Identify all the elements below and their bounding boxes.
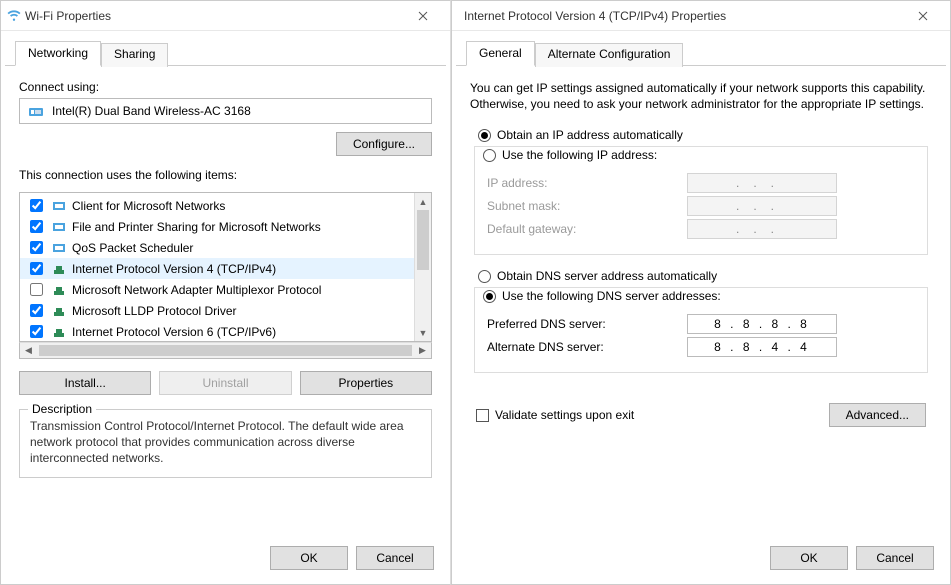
ip-address-label: IP address: [487, 176, 687, 190]
list-item[interactable]: Internet Protocol Version 6 (TCP/IPv6) [20, 321, 414, 341]
tabbar-left: Networking Sharing [5, 31, 446, 66]
radio-ip-auto[interactable]: Obtain an IP address automatically [478, 128, 932, 142]
item-label: Internet Protocol Version 6 (TCP/IPv6) [72, 325, 276, 339]
item-checkbox[interactable] [30, 241, 43, 254]
item-checkbox[interactable] [30, 262, 43, 275]
list-item[interactable]: Internet Protocol Version 4 (TCP/IPv4) [20, 258, 414, 279]
protocol-icon [52, 304, 66, 318]
protocol-icon [52, 199, 66, 213]
titlebar-left: Wi-Fi Properties [1, 1, 450, 31]
item-checkbox[interactable] [30, 304, 43, 317]
hscroll-thumb[interactable] [39, 345, 412, 356]
protocol-icon [52, 325, 66, 339]
radio-dns-auto[interactable]: Obtain DNS server address automatically [478, 269, 932, 283]
adapter-name: Intel(R) Dual Band Wireless-AC 3168 [52, 104, 251, 118]
radio-label: Obtain DNS server address automatically [497, 269, 717, 283]
preferred-dns-label: Preferred DNS server: [487, 317, 687, 331]
tab-networking[interactable]: Networking [15, 41, 101, 66]
default-gateway-label: Default gateway: [487, 222, 687, 236]
advanced-button[interactable]: Advanced... [829, 403, 926, 427]
items-label: This connection uses the following items… [19, 168, 432, 182]
list-item[interactable]: Client for Microsoft Networks [20, 195, 414, 216]
preferred-dns-input[interactable]: 8 . 8 . 8 . 8 [687, 314, 837, 334]
item-label: Microsoft Network Adapter Multiplexor Pr… [72, 283, 321, 297]
titlebar-right: Internet Protocol Version 4 (TCP/IPv4) P… [452, 1, 950, 31]
close-button[interactable] [902, 2, 944, 30]
item-checkbox[interactable] [30, 283, 43, 296]
radio-icon [478, 129, 491, 142]
tab-alternate-configuration[interactable]: Alternate Configuration [535, 43, 684, 67]
items-listbox: Client for Microsoft Networks File and Pr… [19, 192, 432, 342]
subnet-mask-input: ... [687, 196, 837, 216]
item-checkbox[interactable] [30, 199, 43, 212]
uninstall-button: Uninstall [159, 371, 291, 395]
window-title: Internet Protocol Version 4 (TCP/IPv4) P… [458, 9, 902, 23]
radio-ip-manual[interactable]: Use the following IP address: [483, 148, 663, 162]
install-button[interactable]: Install... [19, 371, 151, 395]
intro-text: You can get IP settings assigned automat… [470, 80, 932, 112]
alternate-dns-input[interactable]: 8 . 8 . 4 . 4 [687, 337, 837, 357]
wifi-properties-window: Wi-Fi Properties Networking Sharing Conn… [0, 0, 451, 585]
ok-button[interactable]: OK [770, 546, 848, 570]
radio-icon [483, 290, 496, 303]
list-item[interactable]: File and Printer Sharing for Microsoft N… [20, 216, 414, 237]
vertical-scrollbar[interactable]: ▲ ▼ [414, 193, 431, 341]
radio-icon [483, 149, 496, 162]
list-item[interactable]: Microsoft Network Adapter Multiplexor Pr… [20, 279, 414, 300]
tab-general[interactable]: General [466, 41, 535, 66]
list-item[interactable]: Microsoft LLDP Protocol Driver [20, 300, 414, 321]
close-button[interactable] [402, 2, 444, 30]
cancel-button[interactable]: Cancel [356, 546, 434, 570]
tabbar-right: General Alternate Configuration [456, 31, 946, 66]
protocol-icon [52, 283, 66, 297]
validate-checkbox-row[interactable]: Validate settings upon exit [476, 408, 634, 422]
scroll-up-arrow[interactable]: ▲ [415, 193, 431, 210]
tab-sharing[interactable]: Sharing [101, 43, 168, 67]
default-gateway-input: ... [687, 219, 837, 239]
radio-icon [478, 270, 491, 283]
ip-manual-group: Use the following IP address: IP address… [474, 146, 928, 255]
item-checkbox[interactable] [30, 220, 43, 233]
description-text: Transmission Control Protocol/Internet P… [30, 418, 421, 467]
dns-manual-group: Use the following DNS server addresses: … [474, 287, 928, 373]
ipv4-properties-window: Internet Protocol Version 4 (TCP/IPv4) P… [451, 0, 951, 585]
scroll-left-arrow[interactable]: ◀ [20, 345, 37, 356]
adapter-box: Intel(R) Dual Band Wireless-AC 3168 [19, 98, 432, 124]
protocol-icon [52, 241, 66, 255]
item-label: Internet Protocol Version 4 (TCP/IPv4) [72, 262, 276, 276]
cancel-button[interactable]: Cancel [856, 546, 934, 570]
item-label: Client for Microsoft Networks [72, 199, 225, 213]
radio-label: Use the following IP address: [502, 148, 657, 162]
item-label: Microsoft LLDP Protocol Driver [72, 304, 237, 318]
subnet-mask-label: Subnet mask: [487, 199, 687, 213]
window-title: Wi-Fi Properties [21, 9, 402, 23]
properties-button[interactable]: Properties [300, 371, 432, 395]
radio-dns-manual[interactable]: Use the following DNS server addresses: [483, 289, 727, 303]
list-item[interactable]: QoS Packet Scheduler [20, 237, 414, 258]
ip-address-input: ... [687, 173, 837, 193]
nic-icon [28, 104, 44, 118]
description-legend: Description [28, 402, 96, 416]
scroll-thumb[interactable] [417, 210, 429, 270]
radio-label: Use the following DNS server addresses: [502, 289, 721, 303]
item-checkbox[interactable] [30, 325, 43, 338]
checkbox-icon [476, 409, 489, 422]
horizontal-scrollbar[interactable]: ◀ ▶ [19, 342, 432, 359]
item-label: File and Printer Sharing for Microsoft N… [72, 220, 321, 234]
protocol-icon [52, 220, 66, 234]
scroll-down-arrow[interactable]: ▼ [415, 324, 431, 341]
ok-button[interactable]: OK [270, 546, 348, 570]
protocol-icon [52, 262, 66, 276]
item-label: QoS Packet Scheduler [72, 241, 193, 255]
connect-using-label: Connect using: [19, 80, 432, 94]
configure-button[interactable]: Configure... [336, 132, 432, 156]
wifi-icon [7, 7, 21, 24]
alternate-dns-label: Alternate DNS server: [487, 340, 687, 354]
validate-label: Validate settings upon exit [495, 408, 634, 422]
radio-label: Obtain an IP address automatically [497, 128, 683, 142]
scroll-right-arrow[interactable]: ▶ [414, 345, 431, 356]
description-groupbox: Description Transmission Control Protoco… [19, 409, 432, 478]
